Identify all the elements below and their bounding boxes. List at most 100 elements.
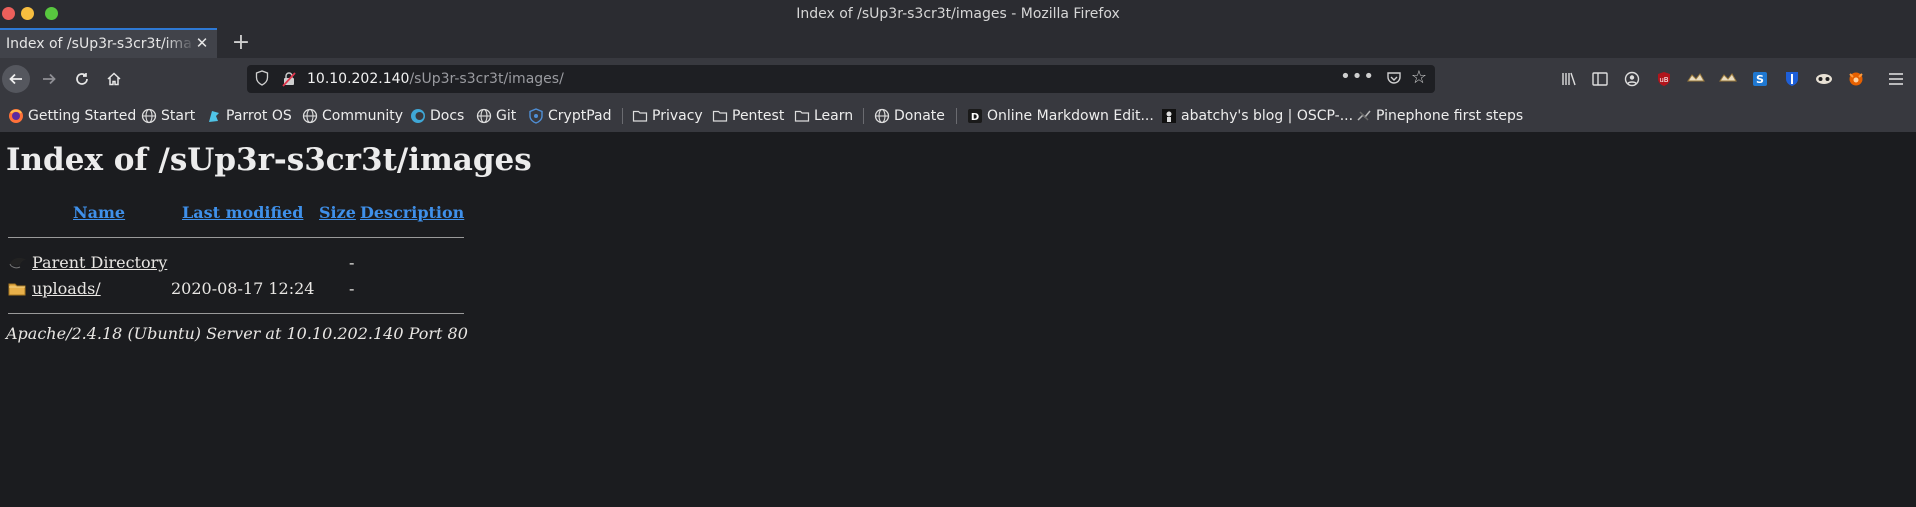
column-header-description[interactable]: Description	[360, 203, 464, 222]
extension-s-icon[interactable]: S	[1750, 70, 1770, 88]
bookmark-label: Privacy	[652, 108, 703, 124]
bookmark-pinephone[interactable]: Pinephone first steps	[1356, 107, 1523, 125]
globe-icon	[476, 108, 492, 124]
back-arrow-icon	[9, 73, 22, 85]
bookmark-folder-privacy[interactable]: Privacy	[632, 107, 703, 125]
library-icon[interactable]	[1559, 70, 1579, 88]
tab-active[interactable]: Index of /sUp3r-s3cr3t/images ✕	[0, 28, 217, 58]
bookmark-abatchy-blog[interactable]: abatchy's blog | OSCP-...	[1161, 107, 1353, 125]
column-header-size[interactable]: Size	[319, 203, 356, 222]
bookmark-parrot-os[interactable]: Parrot OS	[206, 107, 292, 125]
url-path: /sUp3r-s3cr3t/images/	[409, 71, 564, 87]
column-header-last-modified[interactable]: Last modified	[182, 203, 303, 222]
bookmark-getting-started[interactable]: Getting Started	[8, 107, 136, 125]
menu-icon[interactable]	[1886, 70, 1906, 88]
svg-text:uB: uB	[1659, 76, 1668, 84]
bookmark-community[interactable]: Community	[302, 107, 403, 125]
bookmark-folder-learn[interactable]: Learn	[794, 107, 853, 125]
row-last-modified: 2020-08-17 12:24	[171, 279, 315, 298]
bookmark-label: Pentest	[732, 108, 785, 124]
bitwarden-icon[interactable]	[1782, 70, 1802, 88]
bookmark-label: Donate	[894, 108, 945, 124]
url-host: 10.10.202.140	[307, 71, 410, 87]
bookmark-donate[interactable]: Donate	[874, 107, 945, 125]
bookmark-separator	[863, 108, 864, 124]
docs-icon	[411, 109, 425, 123]
page-actions-more-icon[interactable]: •••	[1340, 66, 1375, 87]
bookmark-star-icon[interactable]: ☆	[1411, 67, 1427, 88]
blog-icon	[1162, 109, 1176, 123]
firefox-icon	[9, 109, 23, 123]
parent-directory-icon	[9, 257, 26, 269]
sidebar-icon[interactable]	[1590, 70, 1610, 88]
svg-text:S: S	[1756, 73, 1764, 86]
folder-icon	[794, 110, 810, 122]
globe-icon	[302, 108, 318, 124]
folder-icon	[8, 283, 26, 296]
home-icon	[107, 72, 121, 86]
extension-icon[interactable]	[1686, 70, 1706, 88]
bookmark-label: abatchy's blog | OSCP-...	[1181, 108, 1354, 124]
svg-text:D: D	[971, 112, 979, 123]
folder-icon	[712, 110, 728, 122]
bookmark-git[interactable]: Git	[476, 107, 516, 125]
url-bar[interactable]: 10.10.202.140/sUp3r-s3cr3t/images/ ••• ☆	[247, 65, 1435, 93]
insecure-lock-icon[interactable]	[282, 71, 296, 87]
d-icon: D	[968, 109, 982, 123]
bookmark-label: Git	[496, 108, 517, 124]
url-text: 10.10.202.140/sUp3r-s3cr3t/images/	[307, 71, 564, 87]
navigation-toolbar: 10.10.202.140/sUp3r-s3cr3t/images/ ••• ☆…	[0, 58, 1916, 100]
bookmark-label: Pinephone first steps	[1376, 108, 1524, 124]
bookmark-separator	[622, 108, 623, 124]
uploads-link[interactable]: uploads/	[32, 279, 101, 298]
bookmark-start[interactable]: Start	[141, 107, 195, 125]
extension-fox-icon[interactable]	[1846, 70, 1866, 88]
new-tab-button[interactable]: +	[226, 28, 256, 58]
row-size: -	[349, 279, 355, 298]
close-tab-icon[interactable]: ✕	[193, 34, 211, 52]
window-title: Index of /sUp3r-s3cr3t/images - Mozilla …	[796, 6, 1120, 22]
column-header-name[interactable]: Name	[73, 203, 125, 222]
globe-icon	[874, 108, 890, 124]
bookmark-label: Learn	[814, 108, 854, 124]
pinephone-icon	[1357, 110, 1371, 121]
bookmark-label: CryptPad	[548, 108, 612, 124]
reload-button[interactable]	[68, 65, 96, 93]
back-button[interactable]	[2, 65, 30, 93]
bookmark-label: Start	[161, 108, 196, 124]
bookmark-folder-pentest[interactable]: Pentest	[712, 107, 784, 125]
folder-icon	[632, 110, 648, 122]
bookmark-cryptpad[interactable]: CryptPad	[528, 107, 611, 125]
bookmark-label: Getting Started	[28, 108, 137, 124]
cryptpad-icon	[529, 108, 543, 124]
table-divider-top	[8, 237, 464, 238]
server-signature: Apache/2.4.18 (Ubuntu) Server at 10.10.2…	[6, 324, 468, 343]
bookmark-label: Online Markdown Edit...	[987, 108, 1154, 124]
page-content: Index of /sUp3r-s3cr3t/images Name Last …	[0, 132, 1916, 507]
parrot-icon	[209, 111, 219, 122]
bookmark-label: Docs	[430, 108, 465, 124]
forward-arrow-icon	[43, 73, 56, 85]
reload-icon	[76, 73, 88, 85]
bookmarks-toolbar: Getting Started Start Parrot OS Communit…	[0, 100, 1916, 132]
pocket-icon[interactable]	[1386, 70, 1402, 86]
bookmark-markdown-editor[interactable]: D Online Markdown Edit...	[967, 107, 1154, 125]
tab-strip: Index of /sUp3r-s3cr3t/images ✕ +	[0, 28, 1916, 58]
tracking-protection-shield-icon[interactable]	[255, 70, 269, 86]
bookmark-label: Parrot OS	[226, 108, 292, 124]
bookmark-separator	[956, 108, 957, 124]
globe-icon	[141, 108, 157, 124]
account-icon[interactable]	[1622, 70, 1642, 88]
bookmark-label: Community	[322, 108, 404, 124]
home-button[interactable]	[100, 65, 128, 93]
window-titlebar: Index of /sUp3r-s3cr3t/images - Mozilla …	[0, 0, 1916, 28]
table-divider-bottom	[8, 313, 464, 314]
forward-button[interactable]	[35, 65, 63, 93]
extension-icon-2[interactable]	[1718, 70, 1738, 88]
ublock-icon[interactable]: uB	[1654, 70, 1674, 88]
parent-directory-link[interactable]: Parent Directory	[32, 253, 167, 272]
bookmark-docs[interactable]: Docs	[410, 107, 464, 125]
extension-mask-icon[interactable]	[1814, 70, 1834, 88]
row-size: -	[349, 253, 355, 272]
page-heading: Index of /sUp3r-s3cr3t/images	[6, 142, 532, 178]
